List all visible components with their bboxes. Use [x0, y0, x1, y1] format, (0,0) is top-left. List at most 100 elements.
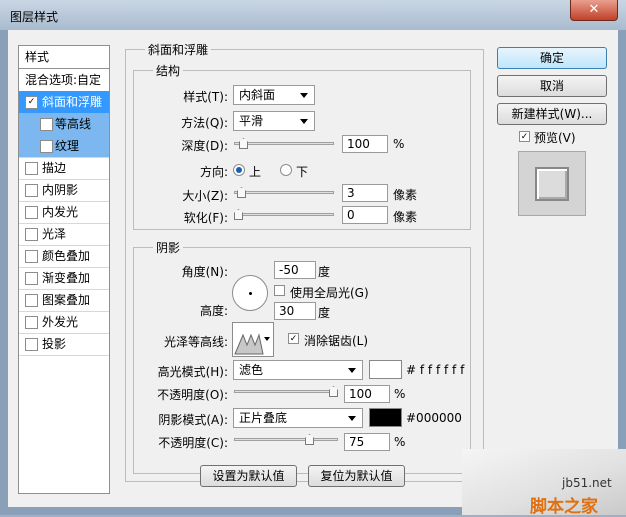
soften-slider-thumb[interactable] — [234, 209, 243, 220]
depth-input[interactable]: 100 — [342, 135, 388, 153]
blend-options-item[interactable]: 混合选项:自定 — [19, 69, 109, 92]
style-preview-box — [518, 151, 586, 216]
shadow-opacity-slider[interactable] — [234, 433, 338, 447]
sidebar-item-contour[interactable]: 等高线 — [19, 113, 109, 136]
depth-slider[interactable] — [234, 137, 334, 151]
style-label: 样式(T): — [183, 90, 228, 104]
make-default-button[interactable]: 设置为默认值 — [200, 465, 297, 487]
new-style-button[interactable]: 新建样式(W)... — [497, 103, 607, 125]
soften-slider[interactable] — [234, 208, 334, 222]
watermark-site: jb51.net — [562, 476, 612, 490]
altitude-input[interactable]: 30 — [274, 302, 316, 320]
angle-input[interactable]: -50 — [274, 261, 316, 279]
sidebar-item-label: 渐变叠加 — [42, 271, 91, 285]
close-button[interactable]: ✕ — [570, 0, 618, 21]
soften-input[interactable]: 0 — [342, 206, 388, 224]
size-label: 大小(Z): — [182, 189, 228, 203]
gloss-contour-chevron-down-icon[interactable] — [264, 337, 270, 341]
depth-slider-thumb[interactable] — [239, 138, 248, 149]
sidebar-item-bevel-emboss[interactable]: ✓ 斜面和浮雕 — [19, 91, 109, 114]
antialias-checkbox[interactable]: ✓ — [288, 333, 299, 344]
size-slider-track — [234, 191, 334, 194]
sidebar-item-drop-shadow[interactable]: 投影 — [19, 333, 109, 356]
shadow-opacity-input[interactable]: 75 — [344, 433, 390, 451]
soften-label: 软化(F): — [183, 211, 228, 225]
sidebar-item-label: 描边 — [42, 161, 67, 175]
sidebar-checkbox[interactable] — [25, 228, 38, 241]
direction-down-radio[interactable] — [280, 164, 292, 176]
sidebar-checkbox[interactable] — [25, 206, 38, 219]
style-value: 内斜面 — [239, 88, 276, 102]
highlight-opacity-slider[interactable] — [234, 385, 338, 399]
highlight-opacity-thumb[interactable] — [329, 386, 338, 397]
depth-unit: % — [393, 137, 405, 151]
highlight-mode-label: 高光模式(H): — [157, 365, 228, 379]
shadow-mode-value: 正片叠底 — [239, 411, 288, 425]
watermark-name: 脚本之家 — [530, 497, 598, 517]
preview-label: 预览(V) — [534, 131, 576, 145]
cancel-button[interactable]: 取消 — [497, 75, 607, 97]
shadow-color-swatch[interactable] — [369, 408, 402, 427]
size-input[interactable]: 3 — [342, 184, 388, 202]
ok-button[interactable]: 确定 — [497, 47, 607, 69]
sidebar-item-label: 图案叠加 — [42, 293, 91, 307]
sidebar-item-color-overlay[interactable]: 颜色叠加 — [19, 245, 109, 268]
sidebar-checkbox[interactable] — [25, 184, 38, 197]
sidebar-checkbox[interactable] — [25, 294, 38, 307]
angle-unit: 度 — [318, 265, 331, 279]
sidebar-item-label: 内阴影 — [42, 183, 79, 197]
preview-checkbox[interactable]: ✓ — [519, 131, 530, 142]
size-slider[interactable] — [234, 186, 334, 200]
styles-list-header: 样式 — [19, 46, 109, 69]
sidebar-item-label: 等高线 — [55, 117, 92, 131]
gloss-contour-label: 光泽等高线: — [163, 335, 228, 349]
global-light-checkbox[interactable] — [274, 285, 285, 296]
styles-list: 样式 混合选项:自定 ✓ 斜面和浮雕等高线纹理描边内阴影内发光光泽 颜色叠加渐变叠加… — [18, 45, 110, 494]
sidebar-item-label: 内发光 — [42, 205, 79, 219]
sidebar-checkbox[interactable] — [40, 140, 53, 153]
technique-dropdown[interactable]: 平滑 — [233, 111, 315, 131]
window-title: 图层样式 — [10, 10, 59, 24]
angle-label: 角度(N): — [181, 265, 228, 279]
sidebar-item-texture[interactable]: 纹理 — [19, 135, 109, 158]
sidebar-item-stroke[interactable]: 描边 — [19, 157, 109, 180]
sidebar-checkbox[interactable] — [40, 118, 53, 131]
structure-title: 结构 — [153, 62, 184, 79]
title-bar[interactable]: 图层样式 ✕ — [0, 0, 626, 30]
sidebar-checkbox[interactable] — [25, 338, 38, 351]
style-preview-swatch — [535, 167, 569, 201]
reset-default-button[interactable]: 复位为默认值 — [308, 465, 405, 487]
sidebar-checkbox[interactable] — [25, 316, 38, 329]
soften-slider-track — [234, 213, 334, 216]
size-slider-thumb[interactable] — [237, 187, 246, 198]
sidebar-item-satin[interactable]: 光泽 — [19, 223, 109, 246]
sidebar-item-pattern-overlay[interactable]: 图案叠加 — [19, 289, 109, 312]
sidebar-checkbox[interactable] — [25, 250, 38, 263]
shadow-opacity-track — [234, 438, 338, 441]
sidebar-checkbox[interactable] — [25, 272, 38, 285]
style-dropdown[interactable]: 内斜面 — [233, 85, 315, 105]
highlight-color-hex: # f f f f f f — [406, 363, 465, 377]
chevron-down-icon — [348, 416, 356, 421]
chevron-down-icon — [348, 368, 356, 373]
sidebar-checkbox[interactable] — [25, 162, 38, 175]
shadow-mode-dropdown[interactable]: 正片叠底 — [233, 408, 363, 428]
sidebar-item-inner-glow[interactable]: 内发光 — [19, 201, 109, 224]
soften-unit: 像素 — [393, 210, 418, 224]
angle-dial[interactable] — [232, 275, 268, 311]
shadow-opacity-thumb[interactable] — [305, 434, 314, 445]
sidebar-item-label: 投影 — [42, 337, 67, 351]
highlight-mode-dropdown[interactable]: 滤色 — [233, 360, 363, 380]
antialias-label: 消除锯齿(L) — [304, 334, 369, 348]
sidebar-checkbox[interactable]: ✓ — [25, 96, 38, 109]
sidebar-item-inner-shadow[interactable]: 内阴影 — [19, 179, 109, 202]
sidebar-item-label: 斜面和浮雕 — [42, 95, 103, 109]
layer-style-dialog: 图层样式 ✕ 样式 混合选项:自定 ✓ 斜面和浮雕等高线纹理描边内阴影内发光光泽颜… — [0, 0, 626, 517]
sidebar-item-gradient-overlay[interactable]: 渐变叠加 — [19, 267, 109, 290]
sidebar-item-outer-glow[interactable]: 外发光 — [19, 311, 109, 334]
highlight-color-swatch[interactable] — [369, 360, 402, 379]
angle-dial-center — [249, 292, 252, 295]
highlight-opacity-input[interactable]: 100 — [344, 385, 390, 403]
shadow-opacity-label: 不透明度(C): — [158, 436, 228, 450]
direction-up-radio[interactable] — [233, 164, 245, 176]
